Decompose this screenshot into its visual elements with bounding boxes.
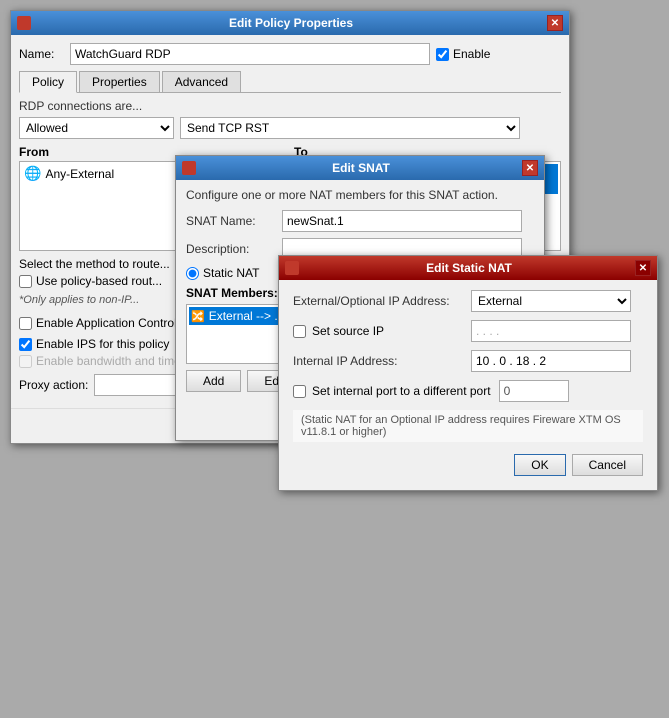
snat-desc: Configure one or more NAT members for th…	[186, 188, 534, 202]
ext-ip-label: External/Optional IP Address:	[293, 294, 463, 308]
connections-label: RDP connections are...	[19, 99, 561, 113]
member-text: External --> ...	[209, 309, 285, 323]
static-nat-radio[interactable]	[186, 267, 199, 280]
internal-ip-input[interactable]	[471, 350, 631, 372]
policy-title: Edit Policy Properties	[35, 16, 547, 30]
static-nat-app-icon	[285, 261, 299, 275]
set-source-checkbox[interactable]	[293, 325, 306, 338]
static-nat-title-bar: Edit Static NAT ✕	[279, 256, 657, 280]
static-nat-cancel-button[interactable]: Cancel	[572, 454, 643, 476]
static-nat-ok-button[interactable]: OK	[514, 454, 565, 476]
ips-checkbox[interactable]	[19, 338, 32, 351]
name-row: Name: Enable	[19, 43, 561, 65]
tab-policy[interactable]: Policy	[19, 71, 77, 93]
ips-label: Enable IPS for this policy	[36, 337, 169, 351]
source-ip-input[interactable]	[471, 320, 631, 342]
app-icon	[17, 16, 31, 30]
static-nat-label: Static NAT	[203, 266, 259, 280]
enable-checkbox[interactable]	[436, 48, 449, 61]
enable-label: Enable	[453, 47, 490, 61]
ext-ip-row: External/Optional IP Address: External A…	[293, 290, 643, 312]
name-label: Name:	[19, 47, 64, 61]
internal-ip-label: Internal IP Address:	[293, 354, 463, 368]
source-cb-group: Set source IP	[293, 324, 463, 338]
port-input[interactable]	[499, 380, 569, 402]
app-control-checkbox[interactable]	[19, 317, 32, 330]
bandwidth-checkbox[interactable]	[19, 355, 32, 368]
static-nat-note: (Static NAT for an Optional IP address r…	[293, 410, 643, 442]
tabs: Policy Properties Advanced	[19, 71, 561, 93]
snat-title-bar: Edit SNAT ✕	[176, 156, 544, 180]
connections-row: Allowed Denied Dropped Send TCP RST	[19, 117, 561, 139]
snat-app-icon	[182, 161, 196, 175]
allowed-select[interactable]: Allowed Denied Dropped	[19, 117, 174, 139]
port-row: Set internal port to a different port	[293, 380, 643, 402]
tcp-select[interactable]: Send TCP RST	[180, 117, 520, 139]
enable-row: Enable	[436, 47, 490, 61]
name-input[interactable]	[70, 43, 430, 65]
static-nat-close-button[interactable]: ✕	[635, 260, 651, 276]
proxy-label: Proxy action:	[19, 378, 88, 392]
member-icon: 🔀	[191, 310, 205, 323]
static-nat-buttons: OK Cancel	[293, 450, 643, 480]
static-nat-window: Edit Static NAT ✕ External/Optional IP A…	[278, 255, 658, 491]
snat-desc-label: Description:	[186, 242, 276, 256]
tab-advanced[interactable]: Advanced	[162, 71, 241, 92]
snat-name-row: SNAT Name:	[186, 210, 534, 232]
policy-route-checkbox[interactable]	[19, 275, 32, 288]
internal-ip-row: Internal IP Address:	[293, 350, 643, 372]
tab-properties[interactable]: Properties	[79, 71, 160, 92]
static-nat-title: Edit Static NAT	[303, 261, 635, 275]
set-source-label: Set source IP	[312, 324, 384, 338]
ext-ip-select[interactable]: External Any Optional	[471, 290, 631, 312]
globe-icon: 🌐	[24, 165, 41, 182]
snat-title: Edit SNAT	[200, 161, 522, 175]
snat-name-input[interactable]	[282, 210, 522, 232]
port-label: Set internal port to a different port	[312, 384, 491, 398]
source-ip-row: Set source IP	[293, 320, 643, 342]
policy-close-button[interactable]: ✕	[547, 15, 563, 31]
port-checkbox[interactable]	[293, 385, 306, 398]
policy-title-bar: Edit Policy Properties ✕	[11, 11, 569, 35]
port-cb-group: Set internal port to a different port	[293, 384, 491, 398]
policy-route-label: Use policy-based rout...	[36, 274, 162, 288]
snat-name-label: SNAT Name:	[186, 214, 276, 228]
from-item-label: Any-External	[45, 167, 114, 181]
snat-close-button[interactable]: ✕	[522, 160, 538, 176]
app-control-label: Enable Application Control:	[36, 316, 180, 330]
add-button[interactable]: Add	[186, 370, 241, 392]
